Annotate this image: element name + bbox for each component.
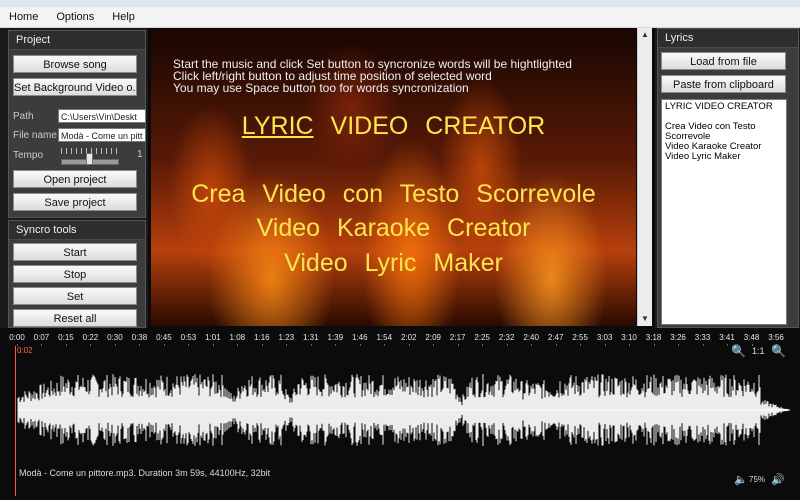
paste-from-clipboard-button[interactable]: Paste from clipboard — [661, 75, 786, 93]
tempo-label: Tempo — [13, 150, 44, 161]
volume-value: 75% — [749, 475, 766, 484]
browse-song-button[interactable]: Browse song — [13, 55, 137, 73]
timeline-tick-label: 0:07 — [33, 333, 50, 342]
timeline-tick-label: 0:45 — [156, 333, 172, 342]
waveform-panel[interactable]: 0:02 🔍 1:1 🔍 Modà - Come un pittore.mp3.… — [0, 344, 800, 500]
timeline-tick-label: 1:31 — [303, 333, 319, 342]
filename-field[interactable]: Modà - Come un pitt — [58, 128, 146, 142]
timeline-tick-label: 2:25 — [474, 333, 490, 342]
timeline-tick-label: 2:32 — [498, 333, 515, 342]
timeline-tick-label: 1:08 — [229, 333, 246, 342]
cursor-time: 0:02 — [17, 346, 33, 355]
timeline-tick-label: 3:56 — [768, 333, 784, 342]
waveform[interactable] — [0, 346, 800, 466]
lyric-word[interactable]: VIDEO — [331, 112, 409, 140]
timeline-tick-label: 0:53 — [180, 333, 197, 342]
zoom-out-icon[interactable]: 🔍 — [771, 344, 786, 358]
open-project-button[interactable]: Open project — [13, 170, 137, 188]
set-button[interactable]: Set — [13, 287, 137, 305]
timeline-tick-label: 1:16 — [254, 333, 270, 342]
tempo-slider-thumb[interactable] — [86, 153, 93, 165]
path-field[interactable]: C:\Users\Vin\Deskt — [58, 109, 146, 123]
timeline-tick-label: 3:48 — [743, 333, 760, 342]
timeline-tick-label: 3:33 — [694, 333, 711, 342]
timeline-tick-label: 3:10 — [621, 333, 637, 342]
lyric-line: Video Lyric Maker — [284, 249, 503, 277]
project-group: Project Browse song Set Background Video… — [8, 30, 146, 218]
start-button[interactable]: Start — [13, 243, 137, 261]
save-project-button[interactable]: Save project — [13, 193, 137, 211]
timeline-tick-label: 1:23 — [278, 333, 295, 342]
timeline-tick-label: 3:18 — [645, 333, 662, 342]
timeline-tick-label: 1:54 — [376, 333, 393, 342]
timeline-tick-label: 2:40 — [523, 333, 539, 342]
menu-home[interactable]: Home — [0, 7, 47, 27]
load-from-file-button[interactable]: Load from file — [661, 52, 786, 70]
timeline-tick-label: 1:46 — [351, 333, 368, 342]
lyrics-group: Lyrics Load from file Paste from clipboa… — [657, 28, 799, 328]
timeline-tick-label: 2:02 — [400, 333, 417, 342]
reset-all-button[interactable]: Reset all — [13, 309, 137, 327]
zoom-level: 1:1 — [752, 346, 765, 356]
timeline-tick-label: 0:00 — [9, 333, 25, 342]
file-info: Modà - Come un pittore.mp3. Duration 3m … — [19, 468, 271, 478]
title-strip — [0, 0, 800, 7]
timeline-tick-label: 2:55 — [572, 333, 588, 342]
timeline-tick-label: 1:39 — [327, 333, 344, 342]
timeline-tick-label: 0:30 — [107, 333, 123, 342]
menu-help[interactable]: Help — [103, 7, 144, 27]
lyric-word[interactable]: CREATOR — [425, 112, 545, 140]
stop-button[interactable]: Stop — [13, 265, 137, 283]
project-group-title: Project — [9, 31, 145, 50]
path-label: Path — [13, 111, 34, 122]
speaker-icon[interactable]: 🔊 — [771, 473, 785, 486]
scroll-up-icon[interactable]: ▲ — [638, 28, 652, 42]
right-panel: Lyrics Load from file Paste from clipboa… — [655, 28, 800, 328]
timeline-tick-label: 3:03 — [596, 333, 613, 342]
lyric-line: Crea Video con Testo Scorrevole — [191, 180, 596, 208]
lyrics-text-line: LYRIC VIDEO CREATOR — [665, 101, 773, 112]
left-panel: Project Browse song Set Background Video… — [0, 28, 148, 328]
timeline-tick-label: 0:22 — [82, 333, 99, 342]
set-background-button[interactable]: Set Background Video o... — [13, 78, 137, 96]
syncro-group-title: Syncro tools — [9, 221, 145, 240]
timeline-tick-label: 2:17 — [449, 333, 466, 342]
tempo-value: 1 — [137, 149, 143, 160]
video-preview[interactable]: Start the music and click Set button to … — [151, 28, 636, 326]
timeline-tick-label: 0:15 — [58, 333, 74, 342]
timeline-tick-label: 3:26 — [670, 333, 686, 342]
timeline-tick-label: 3:41 — [719, 333, 735, 342]
filename-label: File name — [13, 130, 57, 141]
menu-bar: Home Options Help — [0, 7, 800, 28]
instruction-line: You may use Space button too for words s… — [173, 81, 469, 95]
timeline-tick-label: 2:09 — [425, 333, 442, 342]
timeline-tick-label: 2:47 — [547, 333, 564, 342]
lyrics-textarea[interactable]: LYRIC VIDEO CREATOR Crea Video con Testo… — [661, 99, 787, 325]
lyrics-text-line: Video Lyric Maker — [665, 151, 741, 162]
timeline-tick-label: 1:01 — [205, 333, 221, 342]
menu-options[interactable]: Options — [47, 7, 103, 27]
timeline-tick-label: 0:38 — [131, 333, 148, 342]
zoom-in-icon[interactable]: 🔍 — [731, 344, 746, 358]
lyrics-group-title: Lyrics — [658, 29, 798, 48]
timeline-ruler[interactable]: 0:00 0:07 0:15 0:22 0:30 0:38 0:45 0:53 1:01 1:08… — [0, 330, 800, 347]
lyric-line: Video Karaoke Creator — [256, 214, 531, 242]
syncro-group: Syncro tools Start Stop Set Reset all — [8, 220, 146, 328]
playhead[interactable] — [15, 346, 16, 496]
scroll-down-icon[interactable]: ▼ — [638, 312, 652, 326]
video-scrollbar[interactable]: ▲ ▼ — [637, 28, 652, 326]
speaker-icon[interactable]: 🔈 — [734, 473, 748, 486]
lyric-title-line: LYRIC VIDEO CREATOR — [151, 112, 636, 141]
lyric-word-highlighted[interactable]: LYRIC — [242, 112, 314, 140]
